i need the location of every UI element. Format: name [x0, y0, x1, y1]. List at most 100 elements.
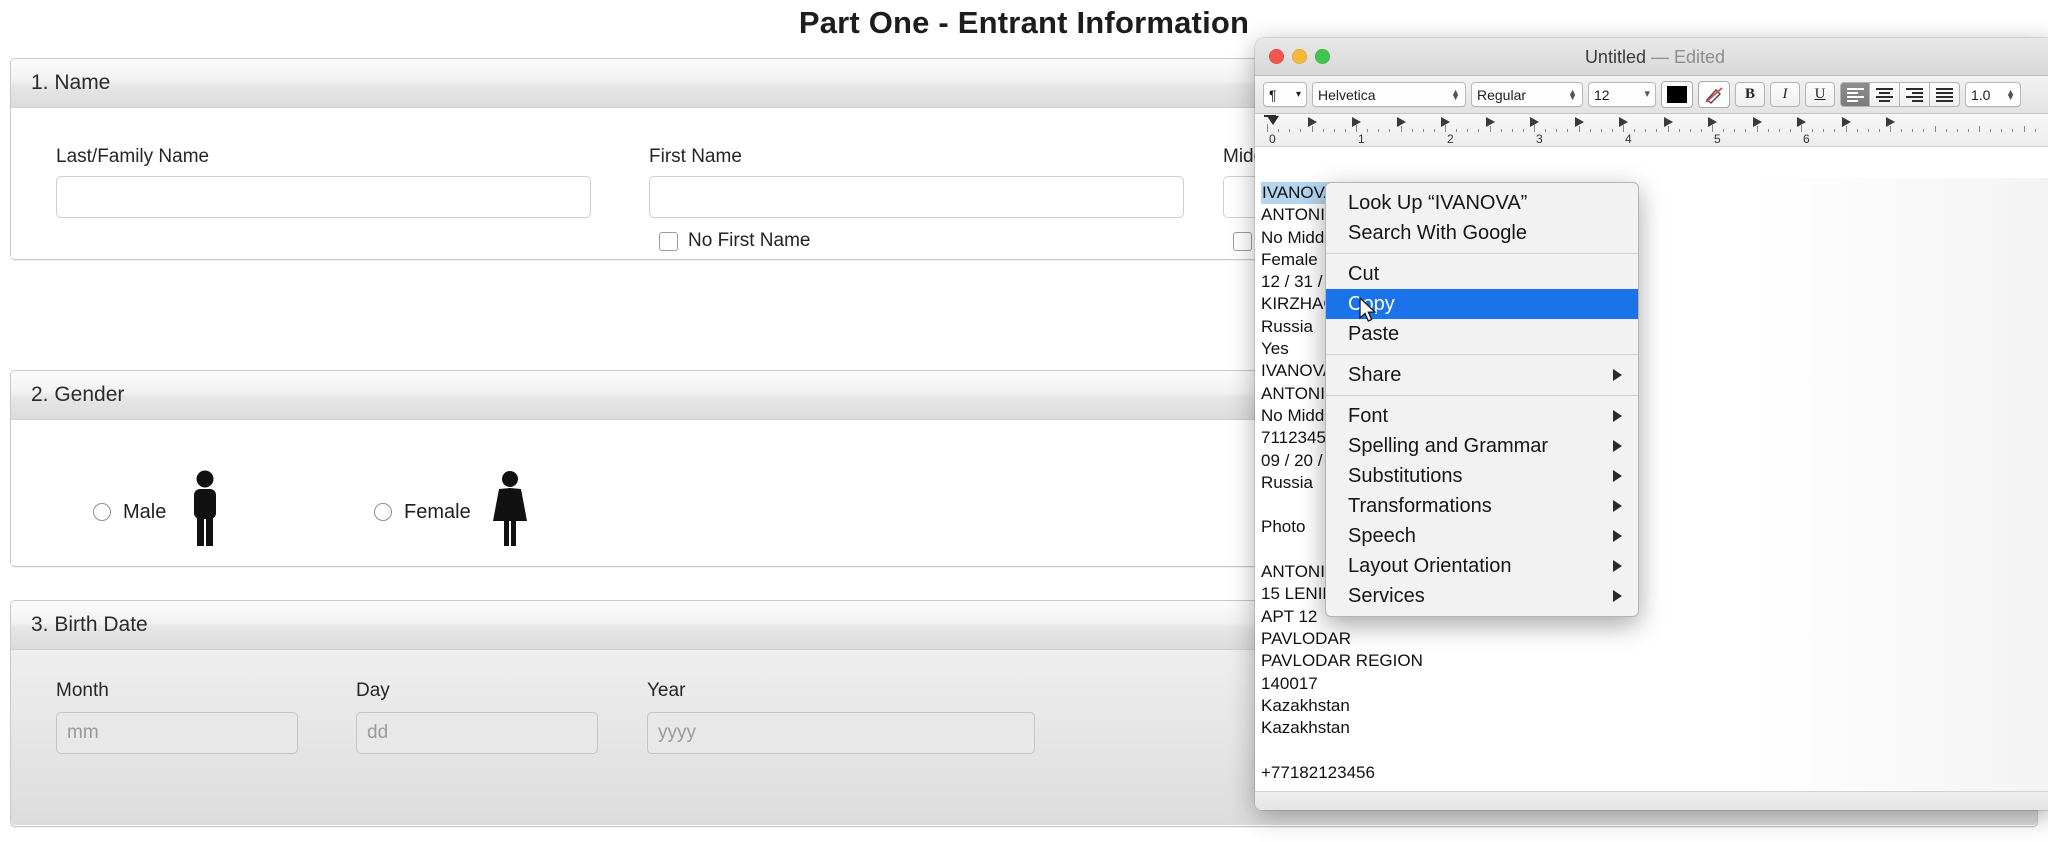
ruler-minor-tick: [1723, 129, 1724, 132]
female-radio[interactable]: [374, 503, 392, 521]
ruler-minor-tick: [1323, 129, 1324, 132]
document-text-line[interactable]: PAVLODAR: [1261, 628, 2048, 650]
ruler-minor-tick: [1690, 129, 1691, 132]
context-menu-item[interactable]: Share: [1326, 360, 1638, 390]
text-context-menu[interactable]: Look Up “IVANOVA” Search With Google Cut Co…: [1325, 182, 1639, 617]
ruler-minor-tick: [1656, 129, 1657, 132]
male-radio[interactable]: [93, 503, 111, 521]
submenu-arrow-icon: [1613, 440, 1622, 452]
document-text-line[interactable]: +77182123456: [1261, 762, 2048, 784]
font-size-dropdown[interactable]: 12 ▾: [1588, 82, 1656, 107]
ruler-minor-tick: [1979, 126, 1980, 132]
context-menu-item[interactable]: Transformations: [1326, 491, 1638, 521]
context-menu-item[interactable]: Services: [1326, 581, 1638, 611]
ruler-major-tick: [1712, 124, 1713, 132]
tab-stop-marker-icon[interactable]: [1308, 117, 1317, 127]
document-text-line[interactable]: PAVLODAR REGION: [1261, 650, 2048, 672]
ruler-major-tick: [1801, 124, 1802, 132]
textedit-titlebar[interactable]: Untitled — Edited: [1255, 38, 2048, 76]
highlighter-icon: [1704, 86, 1724, 104]
ruler-minor-tick: [1556, 129, 1557, 132]
highlight-color-button[interactable]: [1698, 81, 1730, 108]
ruler-minor-tick: [1912, 129, 1913, 132]
ruler-major-tick: [1445, 124, 1446, 132]
ruler-unit-label: 4: [1625, 132, 1632, 146]
ruler-minor-tick: [1935, 126, 1936, 132]
gender-option-female[interactable]: Female: [374, 475, 531, 549]
ruler-minor-tick: [1467, 129, 1468, 132]
context-menu-item[interactable]: Cut: [1326, 259, 1638, 289]
ruler-minor-tick: [1367, 129, 1368, 132]
birth-year-input[interactable]: [647, 712, 1035, 754]
birth-day-input[interactable]: [356, 712, 598, 754]
birth-month-input[interactable]: [56, 712, 298, 754]
context-menu-item-label: Substitutions: [1348, 465, 1463, 487]
context-menu-item[interactable]: Search With Google: [1326, 218, 1638, 248]
context-menu-item[interactable]: Copy: [1326, 289, 1638, 319]
context-menu-separator: [1326, 395, 1638, 396]
context-menu-item-label: Services: [1348, 585, 1425, 607]
context-menu-separator: [1326, 253, 1638, 254]
context-menu-item[interactable]: Font: [1326, 401, 1638, 431]
tab-stop-marker-icon[interactable]: [1397, 117, 1406, 127]
ruler-major-tick: [1534, 124, 1535, 132]
underline-button[interactable]: U: [1805, 82, 1835, 107]
first-name-label: First Name: [649, 146, 742, 168]
ruler-minor-tick: [1823, 129, 1824, 132]
ruler-minor-tick: [1779, 129, 1780, 132]
ruler-minor-tick: [1679, 129, 1680, 132]
ruler-minor-tick: [1812, 129, 1813, 132]
no-first-name-checkbox-row[interactable]: No First Name: [659, 230, 810, 252]
textedit-format-toolbar[interactable]: ¶ ▾ Helvetica ▲▼ Regular ▲▼ 12 ▾: [1255, 76, 2048, 114]
document-text-line[interactable]: Kazakhstan: [1261, 717, 2048, 739]
document-text-line[interactable]: [1261, 739, 2048, 761]
left-indent-marker-icon[interactable]: [1267, 116, 1279, 125]
tab-stop-marker-icon[interactable]: [1842, 117, 1851, 127]
context-menu-item-label: Cut: [1348, 263, 1379, 285]
ruler-minor-tick: [1412, 129, 1413, 132]
submenu-arrow-icon: [1613, 530, 1622, 542]
align-right-button[interactable]: [1900, 82, 1930, 107]
last-name-input[interactable]: [56, 176, 591, 218]
ruler-minor-tick: [1768, 129, 1769, 132]
font-size-value: 12: [1594, 87, 1610, 103]
align-justify-button[interactable]: [1930, 82, 1960, 107]
text-alignment-group[interactable]: [1840, 82, 1960, 107]
textedit-bottom-bar: [1255, 791, 2048, 810]
textedit-ruler[interactable]: 0123456: [1255, 114, 2048, 147]
document-text-line[interactable]: 140017: [1261, 673, 2048, 695]
align-center-button[interactable]: [1870, 82, 1900, 107]
paragraph-style-dropdown[interactable]: ¶ ▾: [1263, 82, 1307, 107]
context-menu-item-label: Look Up “IVANOVA”: [1348, 192, 1527, 214]
align-justify-icon: [1936, 88, 1953, 102]
ruler-minor-tick: [1957, 129, 1958, 132]
context-menu-item[interactable]: Speech: [1326, 521, 1638, 551]
bold-button[interactable]: B: [1735, 82, 1765, 107]
first-name-input[interactable]: [649, 176, 1184, 218]
no-middle-name-checkbox[interactable]: [1233, 232, 1252, 251]
gender-option-male[interactable]: Male: [93, 475, 226, 549]
stepper-icon: ▲▼: [1445, 90, 1460, 100]
document-text-line[interactable]: Kazakhstan: [1261, 695, 2048, 717]
tab-stop-marker-icon[interactable]: [1753, 117, 1762, 127]
tab-stop-marker-icon[interactable]: [1664, 117, 1673, 127]
ruler-minor-tick: [2001, 129, 2002, 132]
align-left-button[interactable]: [1840, 82, 1870, 107]
font-style-dropdown[interactable]: Regular ▲▼: [1471, 82, 1583, 107]
context-menu-item[interactable]: Layout Orientation: [1326, 551, 1638, 581]
text-color-swatch[interactable]: [1661, 81, 1693, 108]
ruler-minor-tick: [1378, 129, 1379, 132]
italic-button[interactable]: I: [1770, 82, 1800, 107]
no-first-name-checkbox[interactable]: [659, 232, 678, 251]
context-menu-item-label: Layout Orientation: [1348, 555, 1511, 577]
context-menu-item[interactable]: Substitutions: [1326, 461, 1638, 491]
ruler-unit-label: 2: [1447, 132, 1454, 146]
font-family-dropdown[interactable]: Helvetica ▲▼: [1312, 82, 1466, 107]
line-spacing-dropdown[interactable]: 1.0 ▲▼: [1965, 82, 2021, 107]
tab-stop-marker-icon[interactable]: [1486, 117, 1495, 127]
context-menu-item[interactable]: Spelling and Grammar: [1326, 431, 1638, 461]
context-menu-item[interactable]: Look Up “IVANOVA”: [1326, 188, 1638, 218]
align-center-icon: [1876, 88, 1893, 102]
tab-stop-marker-icon[interactable]: [1575, 117, 1584, 127]
context-menu-item[interactable]: Paste: [1326, 319, 1638, 349]
